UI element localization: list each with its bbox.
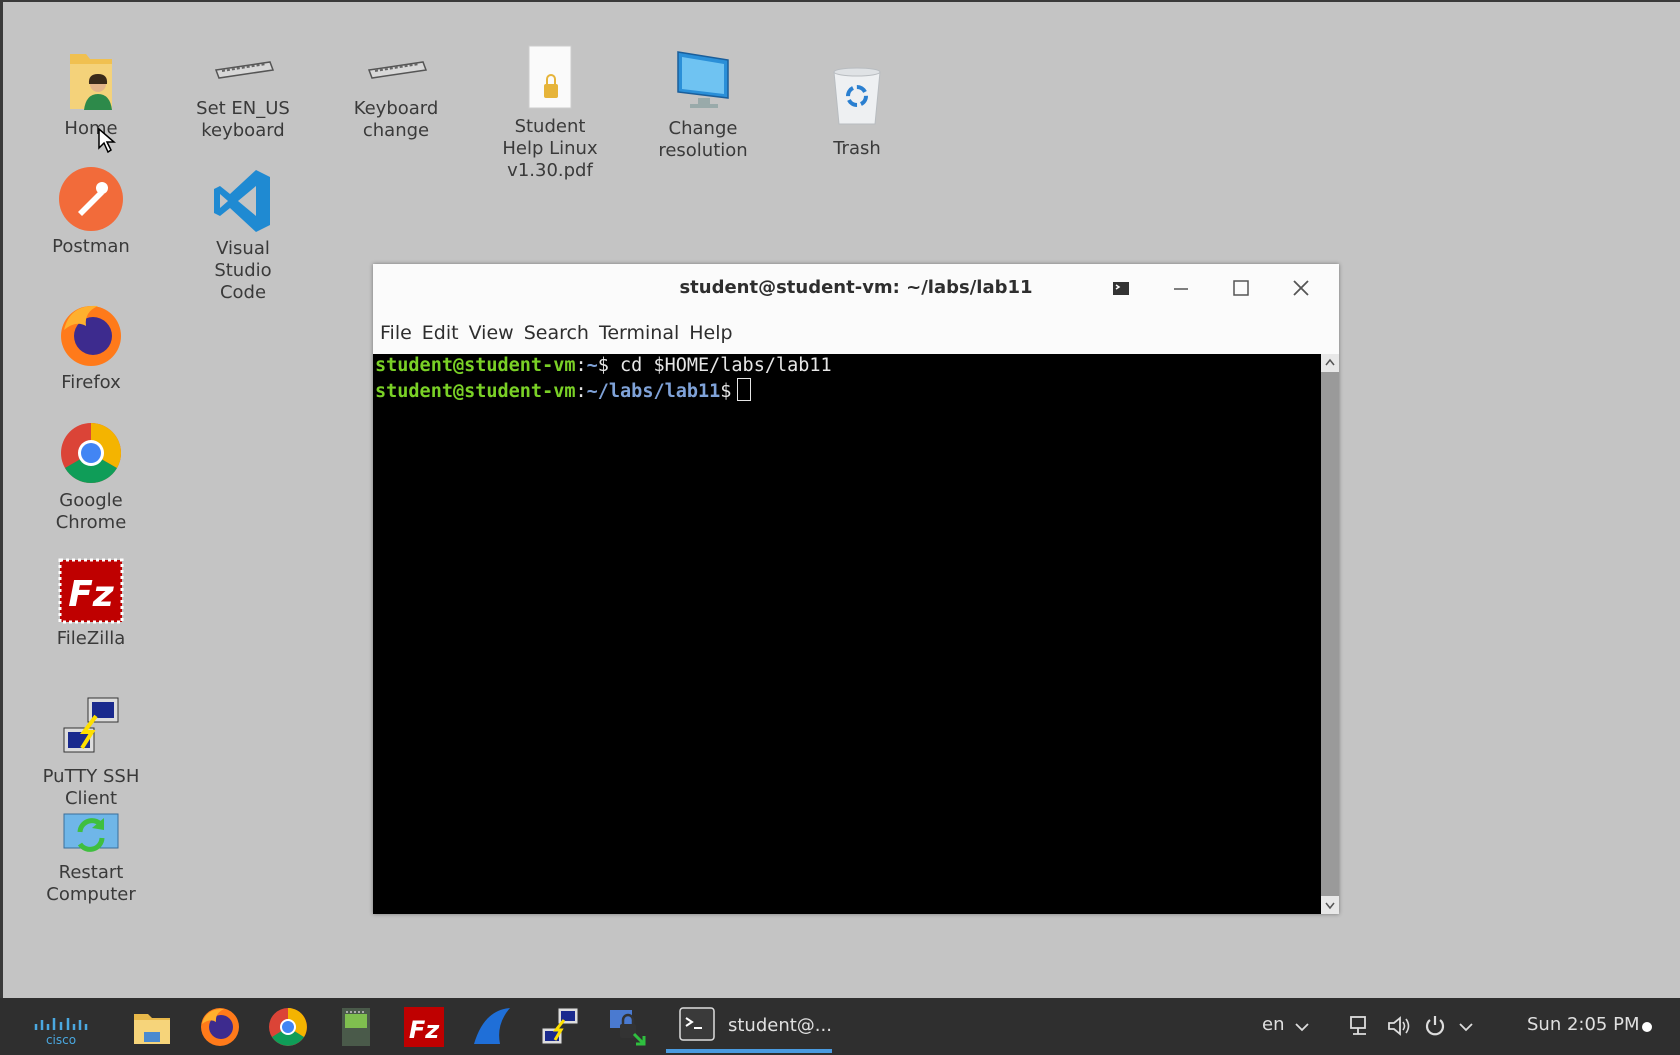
putty-label: PuTTY SSH Client xyxy=(42,766,140,809)
chrome-icon xyxy=(56,418,126,488)
notification-dot xyxy=(1642,1022,1652,1032)
menu-edit[interactable]: Edit xyxy=(417,312,464,354)
volume-icon[interactable] xyxy=(1386,1014,1412,1042)
putty-icon xyxy=(56,694,126,764)
desktop-icon-firefox[interactable]: Firefox xyxy=(26,300,156,394)
trash-icon xyxy=(822,66,892,136)
prompt-user: student@student-vm xyxy=(375,381,576,402)
desktop-icon-postman[interactable]: Postman xyxy=(26,164,156,258)
taskbar-terminal-task[interactable]: student@... xyxy=(666,998,832,1055)
desktop-icon-vscode[interactable]: Visual Studio Code xyxy=(178,166,308,304)
menu-help[interactable]: Help xyxy=(684,312,737,354)
desktop-icon-student-help-pdf[interactable]: Student Help Linux v1.30.pdf xyxy=(485,44,615,182)
prompt-path: ~/labs/lab11 xyxy=(586,381,721,402)
screen-top-edge xyxy=(0,0,1680,2)
desktop-icon-keyboard-change[interactable]: Keyboard change xyxy=(331,46,461,142)
terminal-line: student@student-vm:~/labs/lab11$ xyxy=(375,378,1321,404)
firefox-icon xyxy=(56,300,126,370)
chrome-label: Google Chrome xyxy=(55,490,127,533)
keyboard-change-label: Keyboard change xyxy=(353,98,439,141)
wireshark-icon[interactable] xyxy=(470,1006,514,1048)
keyboard-language[interactable]: en xyxy=(1262,1014,1284,1035)
keyboard-icon xyxy=(208,46,278,96)
prompt-symbol: $ xyxy=(720,381,732,402)
maximize-button[interactable] xyxy=(1227,274,1255,302)
terminal-window[interactable]: student@student-vm: ~/labs/lab11 File Edi… xyxy=(373,264,1339,914)
desktop-icon-putty[interactable]: PuTTY SSH Client xyxy=(26,694,156,810)
active-task-indicator xyxy=(666,1049,832,1053)
terminal-scrollbar[interactable] xyxy=(1321,354,1339,914)
prompt-path: ~ xyxy=(586,355,598,376)
menu-search[interactable]: Search xyxy=(519,312,594,354)
files-icon[interactable] xyxy=(130,1006,174,1048)
menu-terminal[interactable]: Terminal xyxy=(594,312,684,354)
vscode-label: Visual Studio Code xyxy=(214,238,272,303)
terminal-menubar: File Edit View Search Terminal Help xyxy=(373,312,1339,354)
svg-text:Fz: Fz xyxy=(409,1016,440,1044)
trash-label: Trash xyxy=(833,138,881,159)
keyboard-icon xyxy=(361,46,431,96)
postman-icon xyxy=(56,164,126,234)
filezilla-icon[interactable]: Fz xyxy=(402,1006,446,1048)
prompt-sep: : xyxy=(575,355,587,376)
taskbar: cisco Fz student@... en Sun 2:05 PM xyxy=(0,998,1680,1055)
power-icon[interactable] xyxy=(1423,1014,1447,1042)
svg-text:Fz: Fz xyxy=(68,574,115,615)
terminal-titlebar[interactable]: student@student-vm: ~/labs/lab11 xyxy=(373,264,1339,312)
restart-icon xyxy=(56,808,126,860)
vpn-lock-icon[interactable] xyxy=(606,1006,650,1048)
close-button[interactable] xyxy=(1287,274,1315,302)
firefox-label: Firefox xyxy=(61,372,121,393)
prompt-user: student@student-vm xyxy=(375,355,576,376)
chevron-down-icon[interactable] xyxy=(1294,1018,1310,1037)
desktop-icon-change-resolution[interactable]: Change resolution xyxy=(638,46,768,162)
pdf-file-icon xyxy=(515,44,585,114)
chevron-down-icon[interactable] xyxy=(1458,1018,1474,1037)
terminal-app-icon[interactable] xyxy=(1107,274,1135,302)
filezilla-icon: Fz xyxy=(56,556,126,626)
desktop-icon-google-chrome[interactable]: Google Chrome xyxy=(26,418,156,534)
monitor-icon xyxy=(668,46,738,116)
postman-label: Postman xyxy=(52,236,130,257)
home-label: Home xyxy=(64,118,118,139)
scroll-down-button[interactable] xyxy=(1321,896,1339,914)
desktop-icon-home[interactable]: Home xyxy=(26,46,156,140)
network-icon[interactable] xyxy=(1348,1014,1372,1042)
cisco-logo[interactable]: cisco xyxy=(30,1006,92,1048)
cisco-text: cisco xyxy=(46,1033,76,1047)
scroll-up-button[interactable] xyxy=(1321,354,1339,372)
desktop-icon-filezilla[interactable]: Fz FileZilla xyxy=(26,556,156,650)
terminal-icon xyxy=(678,1006,716,1046)
minimize-button[interactable] xyxy=(1167,274,1195,302)
clock[interactable]: Sun 2:05 PM xyxy=(1527,1014,1640,1035)
desktop-icon-restart-computer[interactable]: Restart Computer xyxy=(26,808,156,906)
prompt-symbol: $ xyxy=(597,355,609,376)
putty-icon[interactable] xyxy=(538,1006,582,1048)
desktop-icon-trash[interactable]: Trash xyxy=(792,66,922,160)
screen-left-edge xyxy=(0,0,3,1000)
terminal-output[interactable]: student@student-vm:~$ cd $HOME/labs/lab1… xyxy=(373,354,1321,914)
chrome-icon[interactable] xyxy=(266,1006,310,1048)
text-cursor xyxy=(737,378,752,401)
restart-label: Restart Computer xyxy=(46,862,136,905)
terminal-line: student@student-vm:~$ cd $HOME/labs/lab1… xyxy=(375,354,1321,378)
home-folder-icon xyxy=(56,46,126,116)
menu-view[interactable]: View xyxy=(464,312,519,354)
filezilla-label: FileZilla xyxy=(56,628,126,649)
prompt-sep: : xyxy=(575,381,587,402)
firefox-icon[interactable] xyxy=(198,1006,242,1048)
change-resolution-label: Change resolution xyxy=(658,118,748,161)
command-text: cd $HOME/labs/lab11 xyxy=(608,355,832,376)
mouse-pointer-icon xyxy=(98,128,116,154)
menu-file[interactable]: File xyxy=(375,312,417,354)
task-label: student@... xyxy=(728,1015,832,1036)
notepadqq-icon[interactable] xyxy=(334,1006,378,1048)
set-en-us-label: Set EN_US keyboard xyxy=(196,98,290,141)
desktop-icon-set-en-us-keyboard[interactable]: Set EN_US keyboard xyxy=(178,46,308,142)
student-help-label: Student Help Linux v1.30.pdf xyxy=(502,116,598,181)
vscode-icon xyxy=(208,166,278,236)
